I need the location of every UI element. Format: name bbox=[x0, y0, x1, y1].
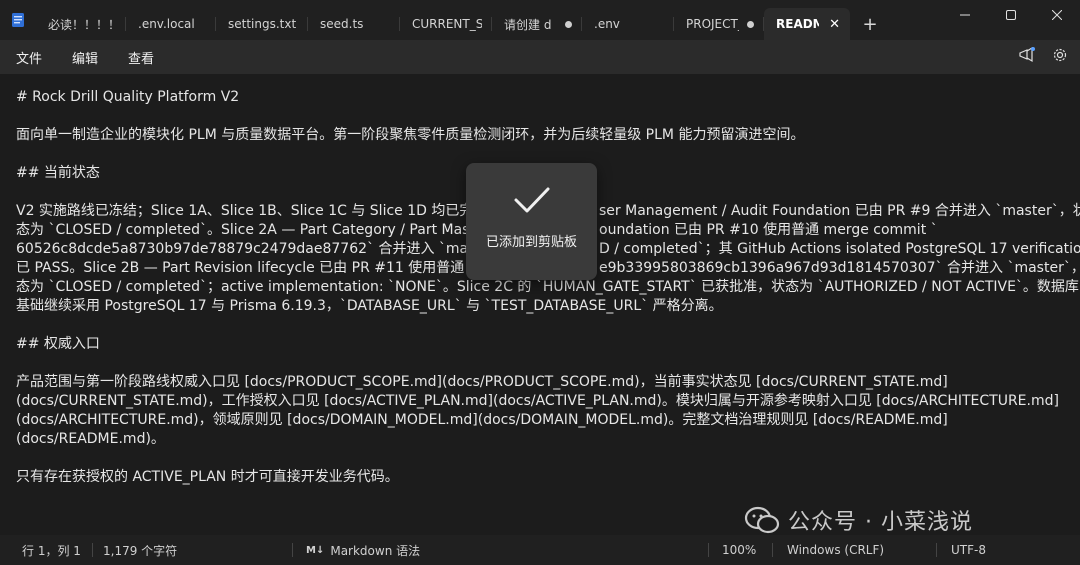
tab-label: READMI bbox=[776, 17, 820, 31]
notepad-app-icon bbox=[0, 0, 36, 40]
tab[interactable]: 请创建 d bbox=[492, 8, 582, 40]
menu-file[interactable]: 文件 bbox=[0, 40, 56, 74]
watermark: 公众号 · 小菜浅说 bbox=[744, 500, 973, 540]
text-line: # Rock Drill Quality Platform V2 bbox=[16, 89, 240, 105]
text-line: (docs/CURRENT_STATE.md)，工作授权入口见 [docs/AC… bbox=[16, 393, 1059, 409]
zoom-level[interactable]: 100% bbox=[722, 535, 756, 565]
watermark-text: 公众号 · 小菜浅说 bbox=[788, 510, 973, 535]
tab-label: settings.txt bbox=[228, 17, 297, 31]
text-line-fragment: ser Management / Audit Foundation 已由 PR … bbox=[597, 202, 1080, 221]
markdown-icon: M↓ bbox=[306, 544, 325, 556]
text-line: 面向单一制造企业的模块化 PLM 与质量数据平台。第一阶段聚焦零件质量检测闭环，… bbox=[16, 127, 805, 143]
toast-message: 已添加到剪贴板 bbox=[485, 235, 577, 250]
status-divider bbox=[292, 543, 293, 557]
tab[interactable]: .env bbox=[582, 8, 674, 40]
markdown-mode-label: Markdown 语法 bbox=[330, 543, 421, 558]
tab-active[interactable]: READMI ✕ bbox=[764, 8, 850, 40]
maximize-button[interactable] bbox=[988, 0, 1034, 30]
new-tab-button[interactable]: + bbox=[850, 8, 890, 40]
menu-bar: 文件 编辑 查看 bbox=[0, 40, 1080, 74]
markdown-mode-button[interactable]: M↓ Markdown 语法 bbox=[306, 535, 420, 565]
text-line-fragment: D / completed`；其 GitHub Actions isolated… bbox=[597, 240, 1080, 259]
menu-right-actions bbox=[1018, 40, 1068, 74]
text-line: (docs/README.md)。 bbox=[16, 431, 165, 447]
title-bar: 必读！！！！ .env.local settings.txt seed.ts CURRE… bbox=[0, 0, 1080, 40]
gear-icon bbox=[1053, 48, 1067, 62]
maximize-icon bbox=[1006, 10, 1016, 20]
status-divider bbox=[936, 543, 937, 557]
minimize-icon bbox=[960, 14, 970, 16]
tab-label: 必读！！！！ bbox=[48, 17, 116, 32]
text-line: ## 权威入口 bbox=[16, 336, 100, 352]
settings-button[interactable] bbox=[1052, 47, 1068, 67]
copilot-button[interactable] bbox=[1018, 46, 1036, 67]
close-icon bbox=[1052, 10, 1062, 20]
status-divider bbox=[708, 543, 709, 557]
window-controls bbox=[942, 0, 1080, 32]
close-window-button[interactable] bbox=[1034, 0, 1080, 30]
text-line-fragment: e9b33995803869cb1396a967d93d1814570307` … bbox=[597, 259, 1080, 278]
cursor-position[interactable]: 行 1，列 1 bbox=[22, 535, 81, 565]
tab-label: .env.local bbox=[138, 17, 195, 31]
tab[interactable]: .env.local bbox=[126, 8, 216, 40]
tab-label: seed.ts bbox=[320, 17, 364, 31]
tab-label: CURRENT_STAT bbox=[412, 17, 482, 31]
status-bar: 行 1，列 1 1,179 个字符 M↓ Markdown 语法 100% Wi… bbox=[0, 535, 1080, 565]
line-ending[interactable]: Windows (CRLF) bbox=[787, 535, 884, 565]
unsaved-dot-icon bbox=[747, 20, 754, 28]
status-divider bbox=[772, 543, 773, 557]
char-count: 1,179 个字符 bbox=[103, 543, 178, 558]
tab-label: PROJECT_ bbox=[686, 17, 739, 31]
text-editor[interactable]: # Rock Drill Quality Platform V2 面向单一制造企业… bbox=[0, 74, 1080, 535]
tab-strip: 必读！！！！ .env.local settings.txt seed.ts CURRE… bbox=[36, 0, 850, 40]
text-line: 基础继续采用 PostgreSQL 17 与 Prisma 6.19.3，`DA… bbox=[16, 298, 723, 314]
status-divider bbox=[92, 543, 93, 557]
clipboard-toast: 已添加到剪贴板 bbox=[466, 163, 597, 280]
checkmark-icon bbox=[514, 187, 549, 213]
tab[interactable]: seed.ts bbox=[308, 8, 400, 40]
tab-label: 请创建 d bbox=[504, 17, 552, 32]
tab[interactable]: settings.txt bbox=[216, 8, 308, 40]
tab-label: .env bbox=[594, 17, 620, 31]
close-tab-button[interactable]: ✕ bbox=[829, 17, 840, 32]
text-line: 只有存在获授权的 ACTIVE_PLAN 时才可直接开发业务代码。 bbox=[16, 469, 399, 485]
menu-view[interactable]: 查看 bbox=[112, 40, 168, 74]
unsaved-dot-icon bbox=[565, 20, 572, 28]
tab[interactable]: 必读！！！！ bbox=[36, 8, 126, 40]
text-line: 态为 `CLOSED / completed`；active implement… bbox=[16, 279, 1079, 295]
encoding[interactable]: UTF-8 bbox=[951, 535, 986, 565]
tab[interactable]: PROJECT_ bbox=[674, 8, 764, 40]
wechat-icon bbox=[744, 506, 780, 534]
text-line: (docs/ARCHITECTURE.md)，领域原则见 [docs/DOMAI… bbox=[16, 412, 948, 428]
text-line-fragment: oundation 已由 PR #10 使用普通 merge commit ` bbox=[597, 221, 938, 240]
minimize-button[interactable] bbox=[942, 0, 988, 30]
tab[interactable]: CURRENT_STAT bbox=[400, 8, 492, 40]
menu-edit[interactable]: 编辑 bbox=[56, 40, 112, 74]
text-line: 产品范围与第一阶段路线权威入口见 [docs/PRODUCT_SCOPE.md]… bbox=[16, 374, 948, 390]
megaphone-icon bbox=[1019, 46, 1035, 63]
